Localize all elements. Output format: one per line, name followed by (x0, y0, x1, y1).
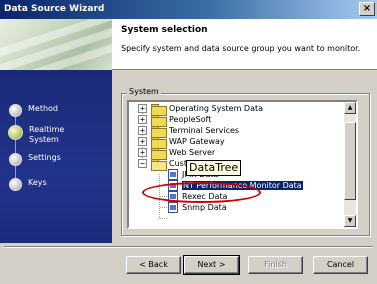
steps-connector (15, 110, 16, 186)
cancel-button[interactable]: Cancel (313, 256, 368, 274)
tree-node-peoplesoft[interactable]: + PeopleSoft (138, 114, 212, 127)
finish-button-label: Finish (264, 260, 287, 269)
step-bullet-icon (9, 178, 22, 191)
close-button[interactable]: × (359, 2, 375, 16)
step-label: Settings (28, 153, 61, 162)
tree-node-web-server[interactable]: + Web Server (138, 147, 216, 160)
data-icon (168, 180, 178, 191)
scroll-down-button[interactable]: ▼ (344, 215, 356, 227)
scroll-up-button[interactable]: ▲ (344, 102, 356, 114)
header-banner-image (0, 19, 112, 70)
expand-icon[interactable]: + (138, 126, 147, 135)
expand-icon[interactable]: + (138, 148, 147, 157)
expand-icon[interactable]: + (138, 104, 147, 113)
window-titlebar[interactable]: Data Source Wizard × (0, 0, 377, 19)
expand-icon[interactable]: + (138, 115, 147, 124)
step-label: Method (28, 104, 59, 113)
data-icon (168, 169, 178, 180)
open-folder-icon (151, 158, 167, 171)
tree-node-rexec-data[interactable]: Rexec Data (168, 191, 227, 202)
tree-node-label-selected: NT Performance Monitor Data (182, 181, 303, 190)
step-bullet-icon (9, 104, 22, 117)
footer-separator (4, 246, 373, 248)
tree-node-label: Snmp Data (182, 203, 227, 212)
data-icon (168, 202, 178, 213)
next-button-label: Next > (197, 260, 226, 269)
close-icon: × (362, 3, 372, 14)
wizard-steps-sidebar: Method Realtime System Settings Keys (0, 70, 112, 243)
step-label: Keys (28, 178, 47, 187)
system-group-label: System (127, 87, 161, 96)
tree-node-label: PeopleSoft (169, 115, 212, 124)
tree-node-label: Web Server (169, 148, 216, 157)
tree-node-nt-performance-monitor-data[interactable]: NT Performance Monitor Data (168, 180, 303, 191)
scroll-thumb[interactable] (344, 122, 356, 200)
folder-icon (151, 125, 167, 138)
page-description: Specify system and data source group you… (121, 44, 361, 53)
tree-node-label: Terminal Services (169, 126, 240, 135)
collapse-icon[interactable]: − (138, 159, 147, 168)
step-bullet-icon (9, 153, 22, 166)
system-tree[interactable]: + Operating System Data + PeopleSoft + T… (127, 100, 358, 229)
folder-icon (151, 114, 167, 127)
step-settings: Settings (9, 153, 61, 166)
tree-node-snmp-data[interactable]: Snmp Data (168, 202, 227, 213)
next-button[interactable]: Next > (183, 255, 240, 275)
wizard-header: System selection Specify system and data… (0, 19, 377, 70)
step-realtime-system: Realtime System (8, 125, 69, 145)
window-title: Data Source Wizard (4, 4, 105, 14)
step-method: Method (9, 104, 58, 117)
step-keys: Keys (9, 178, 47, 191)
vertical-scrollbar[interactable]: ▲ ▼ (344, 102, 356, 227)
expand-icon[interactable]: + (138, 137, 147, 146)
tree-node-wap-gateway[interactable]: + WAP Gateway (138, 136, 225, 149)
cancel-button-label: Cancel (326, 260, 355, 269)
tree-node-label: Rexec Data (182, 192, 228, 201)
back-button-label: < Back (139, 260, 168, 269)
folder-icon (151, 147, 167, 160)
tree-node-label: WAP Gateway (169, 137, 225, 146)
step-label: Realtime System (29, 125, 65, 144)
finish-button[interactable]: Finish (248, 256, 303, 274)
back-button[interactable]: < Back (126, 256, 181, 274)
folder-icon (151, 103, 167, 116)
tree-node-label: Operating System Data (169, 104, 264, 113)
data-icon (168, 191, 178, 202)
tree-node-operating-system-data[interactable]: + Operating System Data (138, 103, 264, 116)
tooltip: DataTree (186, 160, 242, 176)
step-current-bullet-icon (8, 125, 23, 140)
folder-icon (151, 136, 167, 149)
tree-node-terminal-services[interactable]: + Terminal Services (138, 125, 240, 138)
page-title: System selection (121, 25, 208, 35)
